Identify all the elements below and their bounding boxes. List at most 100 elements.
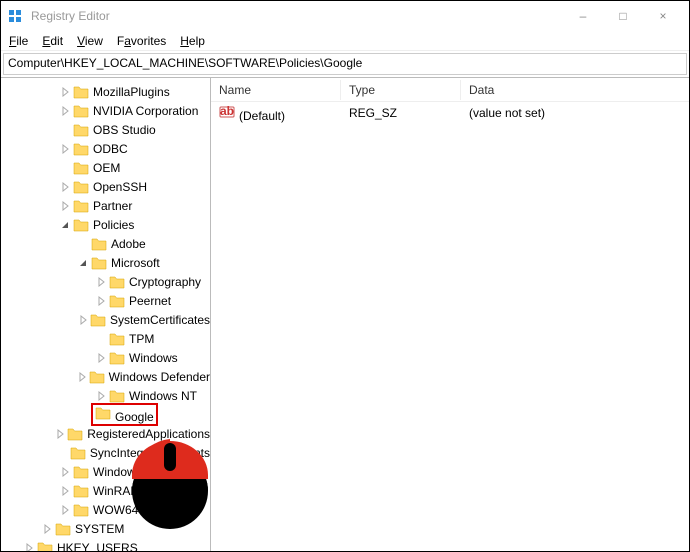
folder-icon [73, 103, 89, 119]
tree-item[interactable]: MozillaPlugins [1, 82, 210, 101]
tree-item[interactable]: Windows [1, 462, 210, 481]
value-row[interactable]: ab(Default)REG_SZ(value not set) [211, 102, 689, 124]
menu-favorites[interactable]: Favorites [117, 34, 166, 48]
maximize-button[interactable]: □ [603, 3, 643, 29]
column-name[interactable]: Name [211, 80, 341, 100]
column-type[interactable]: Type [341, 80, 461, 100]
address-bar[interactable]: Computer\HKEY_LOCAL_MACHINE\SOFTWARE\Pol… [3, 53, 687, 75]
folder-icon [109, 274, 125, 290]
tree-item-label: OBS Studio [93, 123, 156, 137]
tree-item[interactable]: Partner [1, 196, 210, 215]
chevron-right-icon[interactable] [57, 483, 73, 499]
tree-item[interactable]: Windows [1, 348, 210, 367]
values-list-pane[interactable]: Name Type Data ab(Default)REG_SZ(value n… [211, 78, 689, 551]
tree-item[interactable]: Policies [1, 215, 210, 234]
tree-item[interactable]: Windows Defender [1, 367, 210, 386]
tree-item[interactable]: Cryptography [1, 272, 210, 291]
titlebar[interactable]: Registry Editor – □ × [1, 1, 689, 31]
tree-item[interactable]: Microsoft [1, 253, 210, 272]
tree-item[interactable]: RegisteredApplications [1, 424, 210, 443]
app-icon [7, 8, 23, 24]
tree-item-label: RegisteredApplications [87, 427, 210, 441]
chevron-right-icon[interactable] [57, 141, 73, 157]
tree-item-label: MozillaPlugins [93, 85, 170, 99]
folder-icon [73, 198, 89, 214]
chevron-right-icon[interactable] [57, 464, 73, 480]
selected-tree-item[interactable]: Google [91, 403, 158, 426]
folder-icon [73, 464, 89, 480]
chevron-right-icon[interactable] [93, 388, 109, 404]
chevron-right-icon[interactable] [57, 198, 73, 214]
folder-icon [67, 426, 83, 442]
chevron-right-icon[interactable] [21, 540, 37, 552]
tree-item-label: Google [115, 410, 154, 424]
tree-item[interactable]: SyncIntegrationClients [1, 443, 210, 462]
window-title: Registry Editor [31, 9, 563, 23]
tree-item-label: Windows NT [129, 389, 197, 403]
folder-icon [73, 483, 89, 499]
folder-icon [37, 540, 53, 552]
tree-item-label: Peernet [129, 294, 171, 308]
tree-item[interactable]: Peernet [1, 291, 210, 310]
tree-item[interactable]: SYSTEM [1, 519, 210, 538]
folder-icon [91, 255, 107, 271]
tree-item[interactable]: ODBC [1, 139, 210, 158]
folder-icon [109, 293, 125, 309]
tree-item[interactable]: WinRAR [1, 481, 210, 500]
folder-icon [90, 312, 106, 328]
tree-item[interactable]: WOW6432Node [1, 500, 210, 519]
menu-view[interactable]: View [77, 34, 103, 48]
tree-item-label: Policies [93, 218, 134, 232]
tree-item[interactable]: Adobe [1, 234, 210, 253]
tree-item[interactable]: OpenSSH [1, 177, 210, 196]
menubar: File Edit View Favorites Help [1, 31, 689, 51]
tree-item-label: Adobe [111, 237, 146, 251]
chevron-down-icon[interactable] [75, 255, 91, 271]
menu-edit[interactable]: Edit [42, 34, 63, 48]
chevron-right-icon[interactable] [57, 179, 73, 195]
tree-item[interactable]: NVIDIA Corporation [1, 101, 210, 120]
tree-item[interactable]: OBS Studio [1, 120, 210, 139]
tree-item[interactable]: TPM [1, 329, 210, 348]
minimize-button[interactable]: – [563, 3, 603, 29]
registry-editor-window: Registry Editor – □ × File Edit View Fav… [0, 0, 690, 552]
tree-item-label: WOW6432Node [93, 503, 180, 517]
tree-pane[interactable]: MozillaPlugins NVIDIA Corporation OBS Stud… [1, 78, 211, 551]
tree-item-label: TPM [129, 332, 154, 346]
chevron-right-icon[interactable] [57, 103, 73, 119]
tree-item-label: Partner [93, 199, 132, 213]
tree-item-label: WinRAR [93, 484, 139, 498]
tree-item-label: OEM [93, 161, 120, 175]
chevron-right-icon[interactable] [57, 84, 73, 100]
chevron-right-icon[interactable] [76, 369, 89, 385]
chevron-right-icon[interactable] [39, 521, 55, 537]
folder-icon [55, 521, 71, 537]
tree-item-label: Cryptography [129, 275, 201, 289]
chevron-down-icon[interactable] [57, 217, 73, 233]
menu-help[interactable]: Help [180, 34, 205, 48]
tree-item-label: NVIDIA Corporation [93, 104, 198, 118]
folder-icon [109, 350, 125, 366]
tree-item[interactable]: HKEY_USERS [1, 538, 210, 551]
tree-item-label: Windows [93, 465, 142, 479]
column-data[interactable]: Data [461, 80, 689, 100]
chevron-right-icon[interactable] [77, 312, 90, 328]
chevron-right-icon[interactable] [57, 502, 73, 518]
list-header[interactable]: Name Type Data [211, 78, 689, 102]
content-area: MozillaPlugins NVIDIA Corporation OBS Stud… [1, 77, 689, 551]
tree-item[interactable]: SystemCertificates [1, 310, 210, 329]
tree-item[interactable]: OEM [1, 158, 210, 177]
chevron-right-icon[interactable] [93, 350, 109, 366]
close-button[interactable]: × [643, 3, 683, 29]
chevron-right-icon[interactable] [93, 274, 109, 290]
menu-file[interactable]: File [9, 34, 28, 48]
tree-item-label: OpenSSH [93, 180, 147, 194]
value-name: (Default) [239, 109, 285, 123]
tree-item[interactable]: Google [1, 405, 210, 424]
folder-icon [70, 445, 86, 461]
chevron-right-icon[interactable] [93, 293, 109, 309]
tree-item-label: ODBC [93, 142, 128, 156]
chevron-right-icon[interactable] [53, 426, 68, 442]
folder-icon [73, 179, 89, 195]
folder-icon [73, 160, 89, 176]
